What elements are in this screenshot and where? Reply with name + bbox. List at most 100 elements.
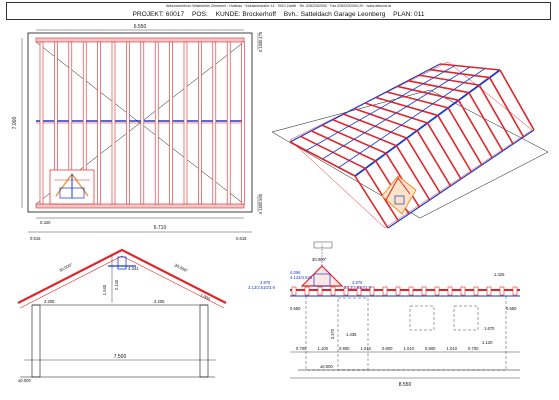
iso-rafter-right (437, 115, 473, 173)
iso-rafters (289, 63, 535, 229)
section-ridge-purlin (117, 256, 127, 270)
plan-right-bottom-b: 0.150 (258, 203, 263, 214)
section-wall-left (31, 304, 41, 378)
plan-rafter (126, 41, 130, 205)
section-base-level: ±0.000 (18, 378, 31, 383)
cad-drawing-sheet: Abbundzentrum Waldviertel Zimmerei - Hol… (0, 0, 559, 400)
elev-window-2 (453, 305, 479, 331)
elev-wall-outline (305, 295, 507, 371)
elev-door-width: 1.435 (346, 332, 357, 337)
plan-rafter (39, 41, 44, 205)
elev-right-overhang: 0.550 (506, 306, 517, 311)
elev-segment-label: 0.700 (296, 346, 307, 351)
section-eave-left: 3.205 (44, 299, 55, 304)
iso-rafter-right (416, 130, 452, 187)
section-ridge-height-a: 1.540 (102, 284, 107, 295)
elev-rafter-end (447, 286, 453, 296)
section-ridge-width: 4.341 (128, 266, 139, 271)
section-span-label: 7.500 (114, 354, 127, 360)
plan-rafter (154, 41, 159, 205)
elev-rafter-end (512, 286, 518, 296)
elev-segment-last: 1.120 (482, 340, 493, 345)
iso-rafter-right (457, 99, 493, 159)
elev-base-level: ±0.000 (320, 364, 333, 369)
plan-rafter (183, 41, 188, 205)
plan-rafter (111, 41, 116, 205)
elev-segment-label: 0.900 (425, 346, 436, 351)
elev-segment-label: 1.010 (447, 346, 458, 351)
elev-window-1 (409, 305, 435, 331)
elev-rafter-end (408, 286, 414, 296)
elev-door-height: 3.370 (330, 328, 335, 339)
iso-dormer-body (381, 175, 417, 215)
iso-rafter-right (499, 69, 535, 131)
elev-segment-label: 1.010 (404, 346, 415, 351)
plan-rafter (140, 41, 145, 205)
elev-rafter-end (421, 286, 427, 296)
plan-rafter (198, 41, 202, 205)
plan-top-eave (35, 37, 245, 43)
plan-bottom-total: 6.710 (154, 225, 167, 231)
elev-segment-label: 1.010 (361, 346, 372, 351)
elev-left-sill-b: 4.143/4.543 (290, 275, 313, 280)
plan-bottom-eave (35, 203, 245, 209)
iso-batten (306, 65, 456, 151)
iso-rafter-right (478, 84, 514, 145)
section-rafters (17, 248, 227, 304)
elev-total: 8.550 (399, 382, 412, 388)
iso-rafter-right (468, 92, 504, 152)
plan-bottom-small: 0.420 (40, 220, 51, 225)
plan-rafter (226, 41, 231, 205)
plan-depth-label: 7.000 (12, 117, 18, 130)
elev-rafter-end (434, 286, 440, 296)
plan-right-bottom-a: 0.500 (258, 193, 263, 204)
plan-right-top-b: 0.150 (258, 41, 263, 52)
elev-rafter-end (486, 286, 492, 296)
section-pitch-left: 30.000° (58, 262, 73, 273)
elev-rafter-end (473, 286, 479, 296)
iso-rafter-right (447, 107, 483, 166)
plan-right-top-a: 0.475 (258, 31, 263, 42)
elev-window-right: 1.670 (484, 326, 495, 331)
elev-dormer-top-box (313, 241, 333, 249)
roof-elevation-view: 30.000° 4.056 4.143/4.543 3.875 3.13/3.5… (248, 241, 520, 388)
plan-rafter (97, 41, 101, 205)
iso-rafter-right (354, 175, 389, 229)
elev-segment-label: 1.100 (318, 346, 329, 351)
section-wall-right (199, 304, 209, 378)
section-eave-right: 3.205 (154, 299, 165, 304)
elev-left-overhang: 0.550 (290, 306, 301, 311)
plan-rafter (212, 41, 217, 205)
elev-left-level-b: 3.13/3.510/3.9 (248, 285, 275, 290)
elev-rafter-end (291, 286, 297, 296)
elev-rafter-end (499, 286, 505, 296)
plan-left-overhang: 0.615 (30, 236, 41, 241)
plan-right-overhang: 0.615 (236, 236, 247, 241)
roof-isometric-view (271, 61, 549, 229)
drawing-canvas: 6.550 7.000 0.475 0.150 0.500 0.150 0.42… (12, 24, 549, 388)
elev-rafter-end (330, 286, 336, 296)
elev-segment-labels: 0.700 1.100 0.900 1.010 0.900 1.010 0.900 1.010… (296, 346, 479, 351)
section-pitch-right: 30.000° (174, 262, 189, 273)
roof-plan-view: 6.550 7.000 0.475 0.150 0.500 0.150 0.42… (12, 24, 263, 241)
iso-rafter-right (426, 122, 462, 180)
elev-pitch: 30.000° (312, 257, 327, 262)
elev-rafter-end (460, 286, 466, 296)
plan-rafter (169, 41, 173, 205)
iso-rafter-right (488, 77, 525, 138)
elev-segment-label: 0.900 (339, 346, 350, 351)
plan-rafter (241, 41, 245, 205)
roof-section-view: 30.000° 30.000° 4.341 1.540 2.140 3.205 … (17, 248, 227, 383)
plan-dormer (49, 169, 95, 205)
iso-rafter-right (406, 137, 441, 194)
elev-segment-label: 0.900 (382, 346, 393, 351)
iso-batten (338, 68, 486, 168)
elev-rafter-end (382, 286, 388, 296)
elev-top-right: 1.425 (494, 272, 505, 277)
iso-dormer (381, 175, 417, 215)
plan-width-label: 6.550 (134, 24, 147, 30)
elev-right-level-b: 3.13/3.510/3.9 (344, 285, 371, 290)
elev-rafter-end (304, 286, 310, 296)
elev-rafter-end (317, 286, 323, 296)
section-ridge-height-b: 2.140 (114, 279, 119, 290)
